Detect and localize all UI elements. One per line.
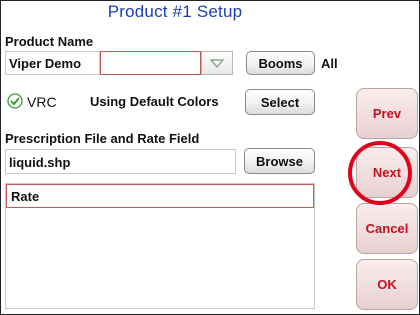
booms-value: All: [321, 56, 338, 71]
prescription-file-value: liquid.shp: [9, 155, 71, 170]
list-item-label: Rate: [11, 189, 40, 204]
vrc-check-icon[interactable]: [7, 93, 23, 109]
prev-button[interactable]: Prev: [356, 88, 418, 139]
prescription-label: Prescription File and Rate Field: [5, 131, 200, 146]
cancel-button[interactable]: Cancel: [356, 203, 418, 254]
default-colors-text: Using Default Colors: [90, 94, 219, 109]
booms-button[interactable]: Booms: [246, 51, 315, 75]
vrc-label: VRC: [27, 94, 57, 110]
page-title: Product #1 Setup: [107, 2, 243, 21]
product-dropdown[interactable]: [100, 51, 201, 75]
prescription-file-field[interactable]: liquid.shp: [5, 149, 236, 174]
select-colors-button[interactable]: Select: [245, 89, 315, 115]
product-name-field[interactable]: Viper Demo: [5, 51, 100, 75]
product-name-label: Product Name: [5, 34, 94, 49]
chevron-down-icon: [209, 59, 225, 68]
browse-button[interactable]: Browse: [244, 148, 315, 174]
rate-field-list[interactable]: Rate: [5, 183, 315, 309]
ok-button[interactable]: OK: [356, 259, 418, 310]
list-item[interactable]: Rate: [6, 184, 314, 208]
next-button[interactable]: Next: [356, 147, 418, 198]
product-name-value: Viper Demo: [9, 56, 82, 71]
product-dropdown-button[interactable]: [201, 51, 233, 75]
